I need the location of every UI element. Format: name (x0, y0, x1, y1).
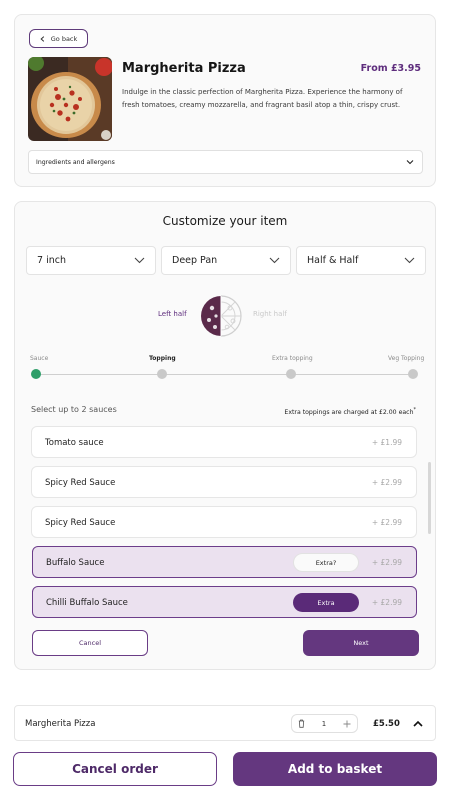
chevron-down-icon (406, 160, 414, 165)
go-back-button[interactable]: Go back (29, 29, 88, 48)
sauce-option-selected[interactable]: Buffalo Sauce Extra? + £2.99 (32, 546, 417, 578)
basket-bar: Margherita Pizza 1 £5.50 (14, 705, 436, 741)
step-label-sauce[interactable]: Sauce (30, 355, 48, 362)
step-label-extra-topping[interactable]: Extra topping (272, 355, 313, 362)
basket-price: £5.50 (373, 719, 400, 729)
cancel-button[interactable]: Cancel (32, 630, 148, 656)
product-card: Go back Margherita Pizza From £3.95 Indu… (14, 14, 436, 187)
sauce-name: Tomato sauce (45, 438, 104, 448)
product-price: From £3.95 (360, 63, 421, 74)
trash-icon[interactable] (298, 719, 305, 728)
size-value: 7 inch (37, 255, 66, 266)
sauce-option[interactable]: Spicy Red Sauce + £2.99 (31, 506, 417, 538)
next-button[interactable]: Next (303, 630, 419, 656)
crust-value: Deep Pan (172, 255, 218, 266)
crust-select[interactable]: Deep Pan (161, 246, 291, 275)
sauce-price: + £2.99 (371, 518, 402, 527)
step-dot-topping[interactable] (157, 369, 167, 379)
extra-charge-text: Extra toppings are charged at £2.00 each (284, 409, 414, 417)
sauce-price: + £2.99 (371, 598, 402, 607)
half-pizza-icon[interactable] (198, 293, 244, 339)
sauce-option[interactable]: Tomato sauce + £1.99 (31, 426, 417, 458)
pizza-image (28, 57, 112, 141)
sauce-name: Spicy Red Sauce (45, 518, 116, 528)
step-dot-sauce[interactable] (31, 369, 41, 379)
sauce-name: Spicy Red Sauce (45, 478, 116, 488)
sauce-list-scrollbar[interactable] (428, 462, 431, 534)
product-title: Margherita Pizza (122, 61, 246, 76)
sauce-option[interactable]: Spicy Red Sauce + £2.99 (31, 466, 417, 498)
go-back-label: Go back (50, 34, 78, 43)
sauce-price: + £2.99 (371, 478, 402, 487)
product-description: Indulge in the classic perfection of Mar… (122, 88, 403, 109)
split-select[interactable]: Half & Half (296, 246, 426, 275)
extra-charge-mark: * (413, 407, 417, 413)
split-value: Half & Half (307, 255, 359, 266)
sauce-name: Buffalo Sauce (46, 558, 105, 568)
chevron-left-icon (40, 35, 44, 42)
step-dot-veg-topping[interactable] (408, 369, 418, 379)
extra-toggle-button[interactable]: Extra (293, 593, 359, 612)
sauce-name: Chilli Buffalo Sauce (46, 598, 128, 608)
step-dot-extra-topping[interactable] (286, 369, 296, 379)
sauce-hint: Select up to 2 sauces (31, 405, 117, 414)
basket-item-name: Margherita Pizza (25, 719, 96, 729)
plus-icon[interactable] (343, 720, 351, 728)
ingredients-accordion[interactable]: Ingredients and allergens (28, 150, 423, 174)
quantity-stepper: 1 (291, 714, 358, 733)
chevron-down-icon (269, 257, 280, 264)
size-select[interactable]: 7 inch (26, 246, 156, 275)
customize-card: Customize your item 7 inch Deep Pan Half… (14, 201, 436, 670)
sauce-price: + £1.99 (371, 438, 402, 447)
ingredients-label: Ingredients and allergens (36, 158, 115, 166)
stepper-line (35, 374, 413, 375)
extra-toggle-button[interactable]: Extra? (293, 553, 359, 572)
step-label-veg-topping[interactable]: Veg Topping (388, 355, 424, 362)
chevron-down-icon (404, 257, 415, 264)
right-half-option[interactable]: Right half (253, 310, 287, 318)
extra-charge-hint: Extra toppings are charged at £2.00 each… (284, 407, 416, 416)
chevron-down-icon (134, 257, 145, 264)
customize-title: Customize your item (162, 214, 288, 228)
sauce-price: + £2.99 (371, 558, 402, 567)
quantity-value: 1 (321, 719, 327, 728)
add-to-basket-button[interactable]: Add to basket (233, 752, 437, 786)
sauce-option-selected[interactable]: Chilli Buffalo Sauce Extra + £2.99 (32, 586, 417, 618)
cancel-order-button[interactable]: Cancel order (13, 752, 217, 786)
chevron-up-icon[interactable] (411, 717, 425, 731)
step-label-topping[interactable]: Topping (149, 355, 176, 362)
left-half-option[interactable]: Left half (158, 310, 187, 318)
